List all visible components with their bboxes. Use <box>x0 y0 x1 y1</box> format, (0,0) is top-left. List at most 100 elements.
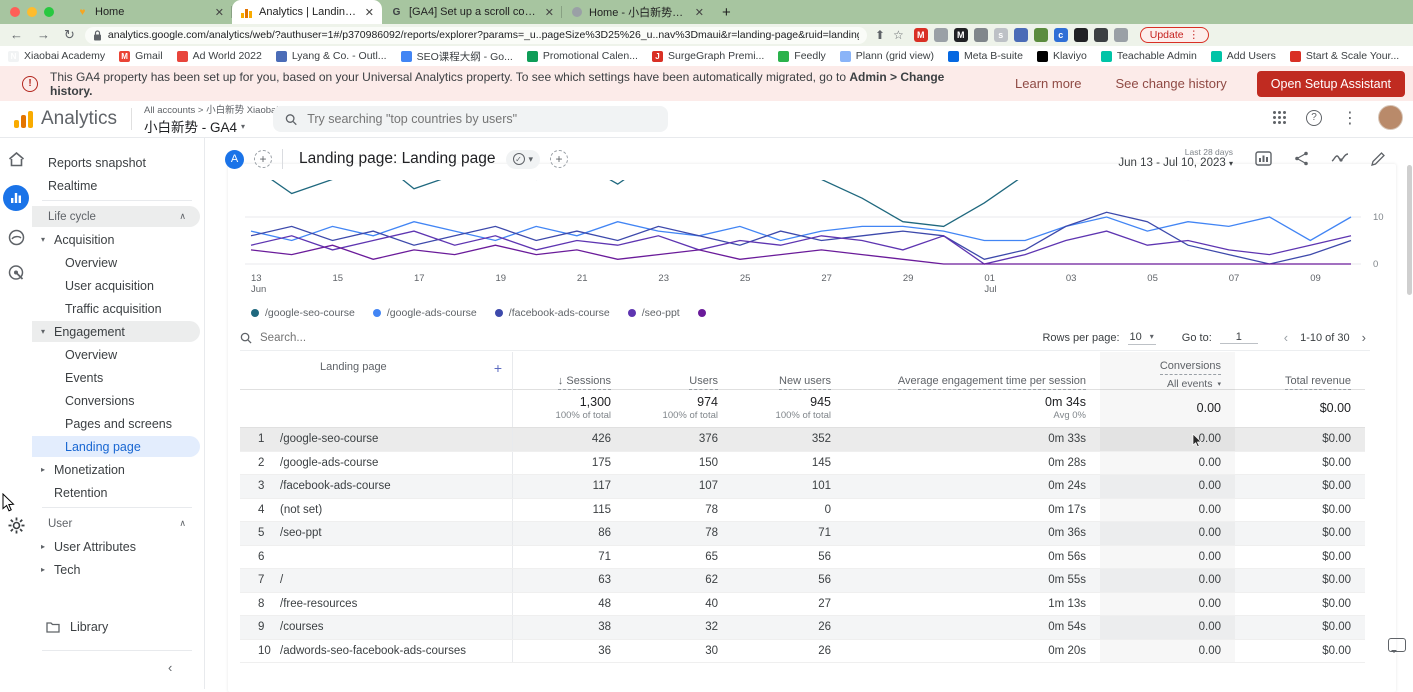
bookmark-item[interactable]: Plann (grid view) <box>840 50 934 62</box>
sidebar-section-user[interactable]: User∧ <box>32 513 200 534</box>
sidebar-item-reports-snapshot[interactable]: Reports snapshot <box>32 152 200 173</box>
sidebar-group-monetization[interactable]: ▸Monetization <box>32 459 200 480</box>
variant-a-badge[interactable]: A <box>225 150 244 169</box>
bookmark-star-icon[interactable]: ☆ <box>893 28 904 42</box>
sidebar-item-conversions[interactable]: Conversions <box>32 390 200 411</box>
landing-page-cell[interactable]: /seo-ppt <box>280 522 513 545</box>
table-search-input[interactable] <box>260 332 380 344</box>
rows-per-page-select[interactable]: 10▾ <box>1128 331 1156 345</box>
tab-analytics[interactable]: Analytics | Landing page: Land ✕ <box>232 0 382 24</box>
table-row[interactable]: 6 71 65 56 0m 56s 0.00 $0.00 <box>240 546 1365 570</box>
share-page-icon[interactable]: ⬆ <box>875 28 885 42</box>
table-row[interactable]: 10 /adwords-seo-facebook-ads-courses 36 … <box>240 640 1365 664</box>
bookmark-item[interactable]: Klaviyo <box>1037 50 1087 62</box>
bookmark-item[interactable]: J SurgeGraph Premi... <box>652 50 764 62</box>
browser-update-button[interactable]: Update ⋮ <box>1140 27 1209 43</box>
ga-search-bar[interactable] <box>273 106 668 132</box>
avatar[interactable] <box>1378 105 1403 130</box>
sidebar-group-acquisition[interactable]: ▾Acquisition <box>32 229 200 250</box>
landing-page-cell[interactable]: /facebook-ads-course <box>280 475 513 498</box>
sidebar-section-life-cycle[interactable]: Life cycle∧ <box>32 206 200 227</box>
analytics-logo-icon[interactable] <box>14 110 33 128</box>
table-row[interactable]: 4 (not set) 115 78 0 0m 17s 0.00 $0.00 <box>240 499 1365 523</box>
sidebar-group-engagement[interactable]: ▾Engagement <box>32 321 200 342</box>
browser-extension-icon[interactable]: M <box>914 28 928 42</box>
column-header-conversions[interactable]: ConversionsAll events▾ <box>1100 352 1235 390</box>
edit-icon[interactable] <box>1371 152 1385 166</box>
bookmark-item[interactable]: Lyang & Co. - Outl... <box>276 50 387 62</box>
open-setup-assistant-button[interactable]: Open Setup Assistant <box>1257 71 1405 97</box>
prev-page-icon[interactable]: ‹ <box>1280 330 1292 345</box>
explore-icon[interactable] <box>8 229 25 246</box>
bookmark-item[interactable]: Promotional Calen... <box>527 50 638 62</box>
window-controls[interactable] <box>10 7 54 17</box>
add-filter-button[interactable]: + <box>550 150 568 168</box>
bookmark-item[interactable]: N Xiaobai Academy <box>8 50 105 62</box>
tab-close-icon[interactable]: ✕ <box>695 6 704 19</box>
landing-page-cell[interactable]: / <box>280 569 513 592</box>
bookmark-item[interactable]: Meta B-suite <box>948 50 1023 62</box>
sidebar-item-realtime[interactable]: Realtime <box>32 175 200 196</box>
bookmark-item[interactable]: Ad World 2022 <box>177 50 262 62</box>
browser-extension-icon[interactable] <box>974 28 988 42</box>
column-header-total-revenue[interactable]: Total revenue <box>1235 352 1365 390</box>
column-header-landing-page[interactable]: Landing page+ <box>280 352 513 390</box>
sidebar-item-retention[interactable]: Retention <box>32 482 200 503</box>
sidebar-item-landing-page[interactable]: Landing page <box>32 436 200 457</box>
customize-report-icon[interactable] <box>1255 151 1272 166</box>
home-icon[interactable] <box>8 152 25 167</box>
landing-page-cell[interactable] <box>280 546 513 569</box>
landing-page-cell[interactable]: /free-resources <box>280 593 513 616</box>
collapsed-arrow-icon[interactable]: ▸ <box>32 565 54 574</box>
sidebar-item-engagement-overview[interactable]: Overview <box>32 344 200 365</box>
browser-extension-icon[interactable]: s <box>994 28 1008 42</box>
expand-arrow-icon[interactable]: ▾ <box>32 235 54 244</box>
add-column-icon[interactable]: + <box>494 360 502 376</box>
settings-gear-icon[interactable] <box>8 517 25 534</box>
add-comparison-button[interactable]: + <box>254 150 272 168</box>
legend-item[interactable] <box>698 309 712 317</box>
landing-page-cell[interactable]: /adwords-seo-facebook-ads-courses <box>280 640 513 663</box>
insights-icon[interactable] <box>1331 152 1349 165</box>
sidebar-item-pages-and-screens[interactable]: Pages and screens <box>32 413 200 434</box>
table-row[interactable]: 8 /free-resources 48 40 27 1m 13s 0.00 $… <box>240 593 1365 617</box>
column-header-sessions[interactable]: ↓ Sessions <box>513 352 625 390</box>
landing-page-cell[interactable]: /google-seo-course <box>280 428 513 451</box>
table-row[interactable]: 5 /seo-ppt 86 78 71 0m 36s 0.00 $0.00 <box>240 522 1365 546</box>
sidebar-group-tech[interactable]: ▸Tech <box>32 559 200 580</box>
tab-school-home[interactable]: Home - 小白新势学院 ✕ <box>562 0 712 24</box>
column-header-avg-engagement-time[interactable]: Average engagement time per session <box>845 352 1100 390</box>
conversions-event-selector[interactable]: All events▾ <box>1167 378 1221 390</box>
browser-extension-icon[interactable]: c <box>1054 28 1068 42</box>
collapsed-arrow-icon[interactable]: ▸ <box>32 542 54 551</box>
table-search[interactable] <box>240 332 380 344</box>
browser-extension-icon[interactable] <box>1014 28 1028 42</box>
landing-page-cell[interactable]: (not set) <box>280 499 513 522</box>
forward-icon[interactable]: → <box>37 27 50 43</box>
tab-close-icon[interactable]: ✕ <box>545 6 554 19</box>
apps-grid-icon[interactable] <box>1273 111 1286 124</box>
see-change-history-link[interactable]: See change history <box>1115 76 1226 91</box>
new-tab-button[interactable]: + <box>722 4 731 21</box>
table-row[interactable]: 7 / 63 62 56 0m 55s 0.00 $0.00 <box>240 569 1365 593</box>
feedback-bubble-icon[interactable] <box>1388 638 1406 652</box>
reports-icon[interactable] <box>3 185 29 211</box>
browser-extension-icon[interactable] <box>1074 28 1088 42</box>
browser-extension-icon[interactable] <box>1114 28 1128 42</box>
bookmark-item[interactable]: Add Users <box>1211 50 1276 62</box>
collapsed-arrow-icon[interactable]: ▸ <box>32 465 54 474</box>
dimension-selector-pill[interactable]: ✓ ▾ <box>506 150 541 169</box>
bookmark-item[interactable]: SEO课程大纲 - Go... <box>401 49 513 64</box>
column-header-users[interactable]: Users <box>625 352 732 390</box>
window-minimize-button[interactable] <box>27 7 37 17</box>
sidebar-group-user-attributes[interactable]: ▸User Attributes <box>32 536 200 557</box>
legend-item[interactable]: /google-ads-course <box>373 307 477 319</box>
page-scrollbar[interactable] <box>1407 165 1412 295</box>
back-icon[interactable]: ← <box>10 27 23 43</box>
legend-item[interactable]: /facebook-ads-course <box>495 307 610 319</box>
window-close-button[interactable] <box>10 7 20 17</box>
bookmark-item[interactable]: Feedly <box>778 50 826 62</box>
browser-extension-icon[interactable]: M <box>954 28 968 42</box>
address-bar[interactable]: analytics.google.com/analytics/web/?auth… <box>85 27 867 44</box>
browser-extension-icon[interactable] <box>1094 28 1108 42</box>
